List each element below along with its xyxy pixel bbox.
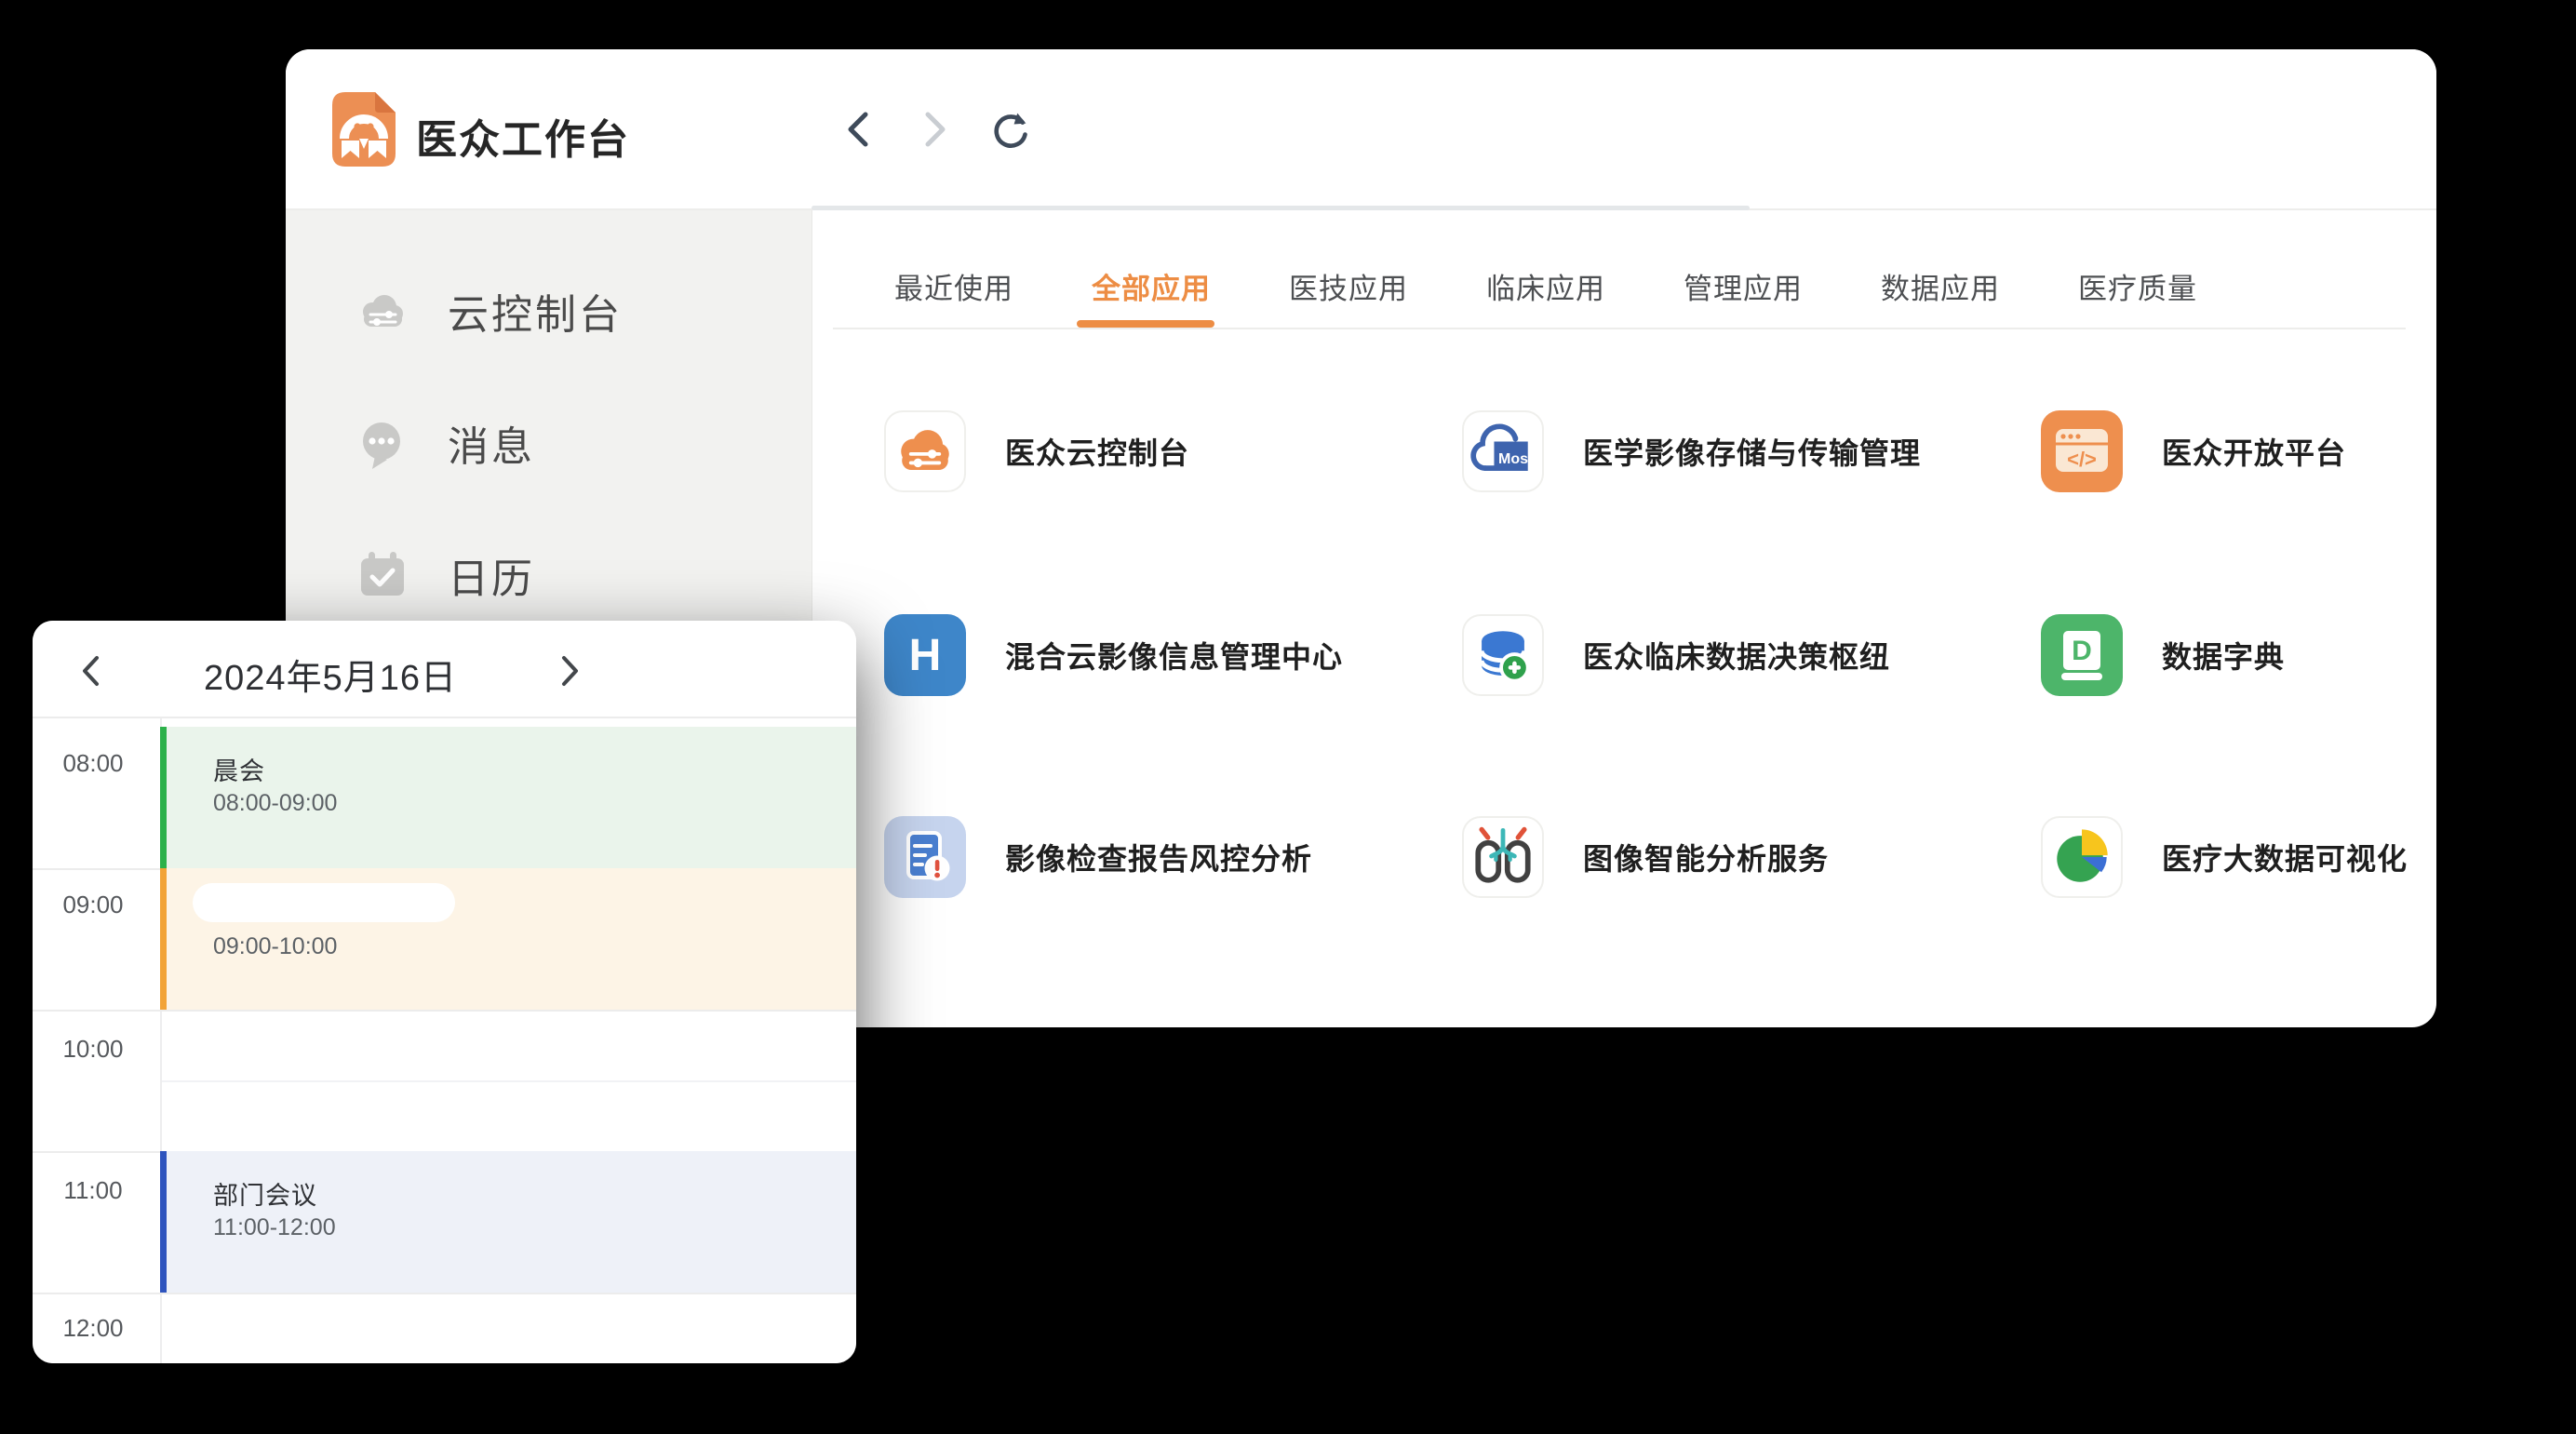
event-time: 09:00-10:00 [213, 933, 337, 960]
blue-cloud-badge-icon: Mos [1462, 410, 1544, 492]
sidebar-item-label: 消息 [448, 413, 535, 473]
tab-all-apps[interactable]: 全部应用 [1092, 269, 1211, 310]
app-label: 混合云影像信息管理中心 [1005, 634, 1343, 677]
app-category-tabs: 最近使用 全部应用 医技应用 临床应用 管理应用 数据应用 医疗质量 [894, 269, 2197, 310]
calendar-check-icon [356, 549, 409, 601]
app-hybrid-cloud-imaging[interactable]: H 混合云影像信息管理中心 [884, 614, 1424, 696]
mos-badge-text: Mos [1496, 446, 1531, 474]
header-divider-segment [812, 206, 1750, 210]
time-label: 09:00 [33, 891, 154, 919]
tab-management-apps[interactable]: 管理应用 [1684, 269, 1803, 310]
calendar-panel: 2024年5月16日 08:00 09:00 10:00 11:00 12:00… [33, 621, 856, 1363]
event-time: 08:00-09:00 [213, 790, 337, 817]
app-label: 影像检查报告风控分析 [1005, 836, 1312, 878]
app-logo-icon [332, 92, 396, 167]
app-data-dictionary[interactable]: D 数据字典 [2041, 614, 2436, 696]
lungs-icon [1462, 816, 1544, 898]
app-label: 医疗大数据可视化 [2162, 836, 2408, 878]
nav-back-button[interactable] [839, 109, 880, 150]
app-label: 数据字典 [2162, 634, 2285, 677]
app-clinical-data-hub[interactable]: 医众临床数据决策枢纽 [1462, 614, 2002, 696]
tabs-divider [833, 328, 2406, 329]
app-report-risk-analysis[interactable]: 影像检查报告风控分析 [884, 816, 1424, 898]
blue-h-tile-icon: H [884, 614, 966, 696]
app-cloud-console[interactable]: 医众云控制台 [884, 410, 1424, 492]
tab-clinical-apps[interactable]: 临床应用 [1486, 269, 1605, 310]
sidebar-item-calendar[interactable]: 日历 [286, 530, 812, 620]
calendar-day-grid: 08:00 09:00 10:00 11:00 12:00 晨会 08:00-0… [33, 718, 856, 1363]
time-label: 12:00 [33, 1314, 154, 1343]
sidebar-item-messages[interactable]: 消息 [286, 398, 812, 488]
event-time: 11:00-12:00 [213, 1214, 336, 1241]
tab-recent[interactable]: 最近使用 [894, 269, 1013, 310]
app-title: 医众工作台 [416, 106, 630, 166]
pie-chart-icon [2041, 816, 2123, 898]
calendar-header: 2024年5月16日 [33, 621, 856, 717]
tab-medtech-apps[interactable]: 医技应用 [1289, 269, 1408, 310]
event-title: 部门会议 [213, 1175, 317, 1212]
app-label: 图像智能分析服务 [1583, 836, 1829, 878]
sidebar-item-label: 日历 [448, 545, 535, 605]
calendar-prev-button[interactable] [74, 650, 111, 691]
app-big-data-visualization[interactable]: 医疗大数据可视化 [2041, 816, 2436, 898]
event-morning-meeting[interactable]: 晨会 08:00-09:00 [160, 727, 856, 868]
database-plus-icon [1462, 614, 1544, 696]
time-label: 10:00 [33, 1035, 154, 1064]
calendar-next-button[interactable] [550, 650, 587, 691]
time-label: 11:00 [33, 1176, 154, 1205]
calendar-date-label: 2024年5月16日 [144, 649, 517, 700]
app-imaging-storage[interactable]: Mos 医学影像存储与传输管理 [1462, 410, 2002, 492]
hour-line [33, 1010, 856, 1012]
nav-forward-button[interactable] [913, 109, 954, 150]
h-letter-text: H [884, 614, 966, 696]
tab-data-apps[interactable]: 数据应用 [1881, 269, 2000, 310]
event-redacted[interactable]: 09:00-10:00 [160, 868, 856, 1010]
code-window-icon: </> [2041, 410, 2123, 492]
hour-line [33, 1293, 856, 1294]
active-tab-underline [1077, 320, 1214, 328]
nav-refresh-button[interactable] [989, 109, 1030, 150]
app-label: 医众云控制台 [1005, 430, 1189, 473]
app-label: 医学影像存储与传输管理 [1583, 430, 1921, 473]
time-label: 08:00 [33, 749, 154, 778]
app-image-ai-analysis[interactable]: 图像智能分析服务 [1462, 816, 2002, 898]
tab-medical-quality[interactable]: 医疗质量 [2078, 269, 2197, 310]
report-alert-icon [884, 816, 966, 898]
app-open-platform[interactable]: </> 医众开放平台 [2041, 410, 2436, 492]
code-glyph-text: </> [2056, 448, 2108, 472]
green-book-icon: D [2041, 614, 2123, 696]
window-header: 医众工作台 [286, 49, 2436, 210]
event-department-meeting[interactable]: 部门会议 11:00-12:00 [160, 1151, 856, 1293]
app-label: 医众临床数据决策枢纽 [1583, 634, 1890, 677]
sidebar-item-label: 云控制台 [448, 281, 623, 341]
sidebar-item-cloud-console[interactable]: 云控制台 [286, 266, 812, 355]
chat-bubble-icon [356, 417, 409, 469]
half-hour-line [162, 1080, 856, 1082]
d-letter-text: D [2063, 633, 2100, 670]
orange-cloud-sliders-icon [884, 410, 966, 492]
app-label: 医众开放平台 [2162, 430, 2346, 473]
cloud-settings-icon [356, 285, 409, 337]
event-title: 晨会 [213, 751, 265, 787]
event-title-redacted-pill [193, 883, 455, 922]
